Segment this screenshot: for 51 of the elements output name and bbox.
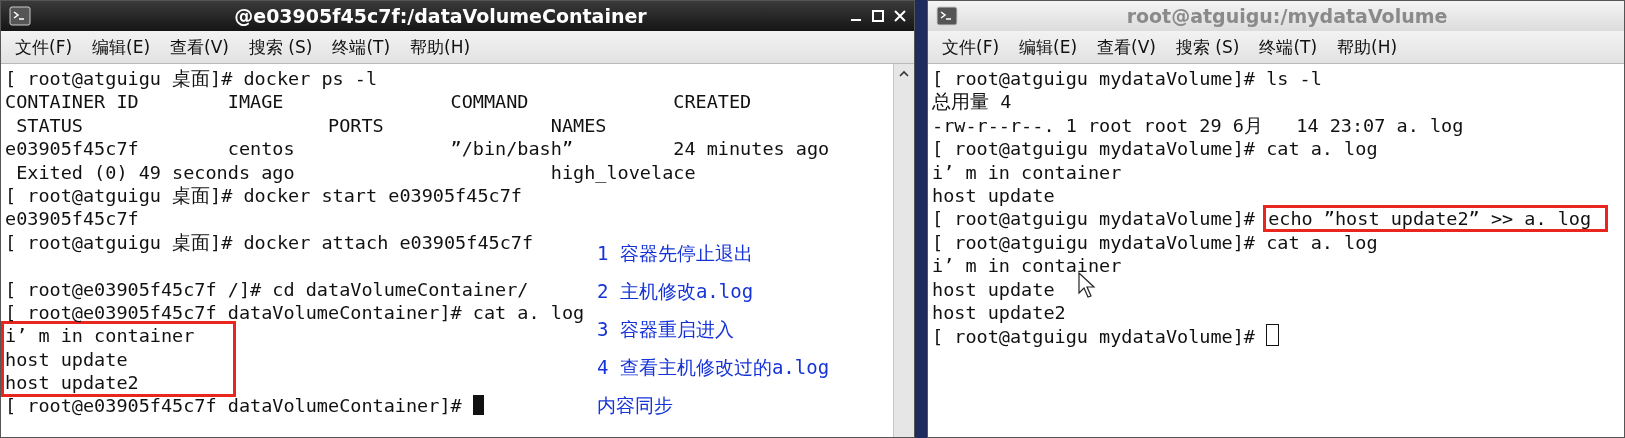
menu-item[interactable]: 帮助(H) bbox=[1337, 35, 1398, 59]
scrollbar[interactable] bbox=[893, 64, 914, 437]
menu-item[interactable]: 搜索 (S) bbox=[1175, 35, 1240, 59]
terminal-icon bbox=[936, 6, 958, 26]
terminal-line: [ root@atguigu mydataVolume]# bbox=[932, 324, 1280, 348]
terminal-line: Exited (0) 49 seconds ago high_lovelace bbox=[15, 160, 696, 184]
terminal-line: -rw-r--r--. 1 root root 29 6月 14 23:07 a. log bbox=[932, 113, 1464, 138]
terminal-line: e03905f45c7f centos ”/bin/bash” 24 minutes ago bbox=[5, 137, 830, 161]
terminal-line: [ root@atguigu mydataVolume]# cat a. log bbox=[932, 137, 1378, 161]
menu-item[interactable]: 终端(T) bbox=[1259, 35, 1318, 59]
terminal-line: i’ m in container bbox=[5, 324, 195, 348]
terminal-line: [ root@atguigu 桌面]# docker ps -l bbox=[5, 67, 378, 91]
annotation-text: 3 容器重启进入 bbox=[597, 317, 735, 342]
terminal-line: [ root@atguigu mydataVolume]# cat a. log bbox=[932, 230, 1378, 255]
terminal-line: host update bbox=[932, 277, 1055, 301]
terminal-line: [ root@atguigu 桌面]# docker start e03905f45c7f bbox=[5, 183, 522, 208]
terminal-line: host update2 bbox=[932, 300, 1066, 325]
terminal-line: [ root@e03905f45c7f dataVolumeContainer]# bbox=[5, 394, 484, 418]
window-title: root@atguigu:/mydataVolume bbox=[1125, 5, 1449, 27]
terminal-line: i’ m in container bbox=[932, 254, 1122, 278]
terminal-line: i’ m in container bbox=[932, 160, 1122, 184]
terminal-line: CONTAINER ID IMAGE COMMAND CREATED bbox=[5, 90, 752, 114]
terminal-icon bbox=[9, 6, 31, 26]
close-icon[interactable] bbox=[894, 10, 906, 22]
menu-item[interactable]: 文件(F) bbox=[942, 35, 1000, 59]
menu-item[interactable]: 编辑(E) bbox=[1019, 35, 1078, 59]
annotation-text: 1 容器先停止退出 bbox=[597, 241, 754, 266]
terminal-line: e03905f45c7f bbox=[5, 207, 139, 231]
maximize-icon[interactable] bbox=[872, 10, 884, 22]
annotation-text: 内容同步 bbox=[597, 393, 674, 418]
annotation-text: 2 主机修改a.log bbox=[597, 279, 755, 304]
menu-item[interactable]: 文件(F) bbox=[15, 35, 73, 59]
terminal-line: [ root@atguigu mydataVolume]# ls -l bbox=[932, 67, 1322, 91]
terminal-line: 总用量 4 bbox=[932, 90, 1012, 114]
terminal-line: host update bbox=[932, 183, 1055, 208]
menu-item[interactable]: 查看(V) bbox=[1097, 35, 1156, 59]
terminal-line: host update bbox=[5, 347, 128, 372]
terminal-line: [ root@atguigu 桌面]# docker attach e03905f45c7f bbox=[5, 230, 534, 255]
terminal-line: host update2 bbox=[5, 371, 139, 395]
terminal-line: [ root@atguigu mydataVolume]# echo ”host update2” >> a. log bbox=[932, 207, 1609, 231]
menu-item[interactable]: 帮助(H) bbox=[410, 35, 471, 59]
menu-item[interactable]: 查看(V) bbox=[170, 35, 229, 59]
menu-item[interactable]: 终端(T) bbox=[332, 35, 391, 59]
window-title: @e03905f45c7f:/dataVolumeContainer bbox=[233, 5, 648, 27]
terminal-line: [ root@e03905f45c7f /]# cd dataVolumeContainer/ bbox=[5, 277, 529, 301]
terminal-line: STATUS PORTS NAMES bbox=[15, 113, 607, 138]
annotation-text: 4 查看主机修改过的a.log bbox=[597, 355, 830, 380]
highlight-frame: echo ”host update2” >> a. log bbox=[1263, 205, 1609, 233]
terminal-line: [ root@e03905f45c7f dataVolumeContainer]# cat a. log bbox=[5, 300, 585, 325]
menu-item[interactable]: 编辑(E) bbox=[92, 35, 151, 59]
menu-item[interactable]: 搜索 (S) bbox=[248, 35, 313, 59]
